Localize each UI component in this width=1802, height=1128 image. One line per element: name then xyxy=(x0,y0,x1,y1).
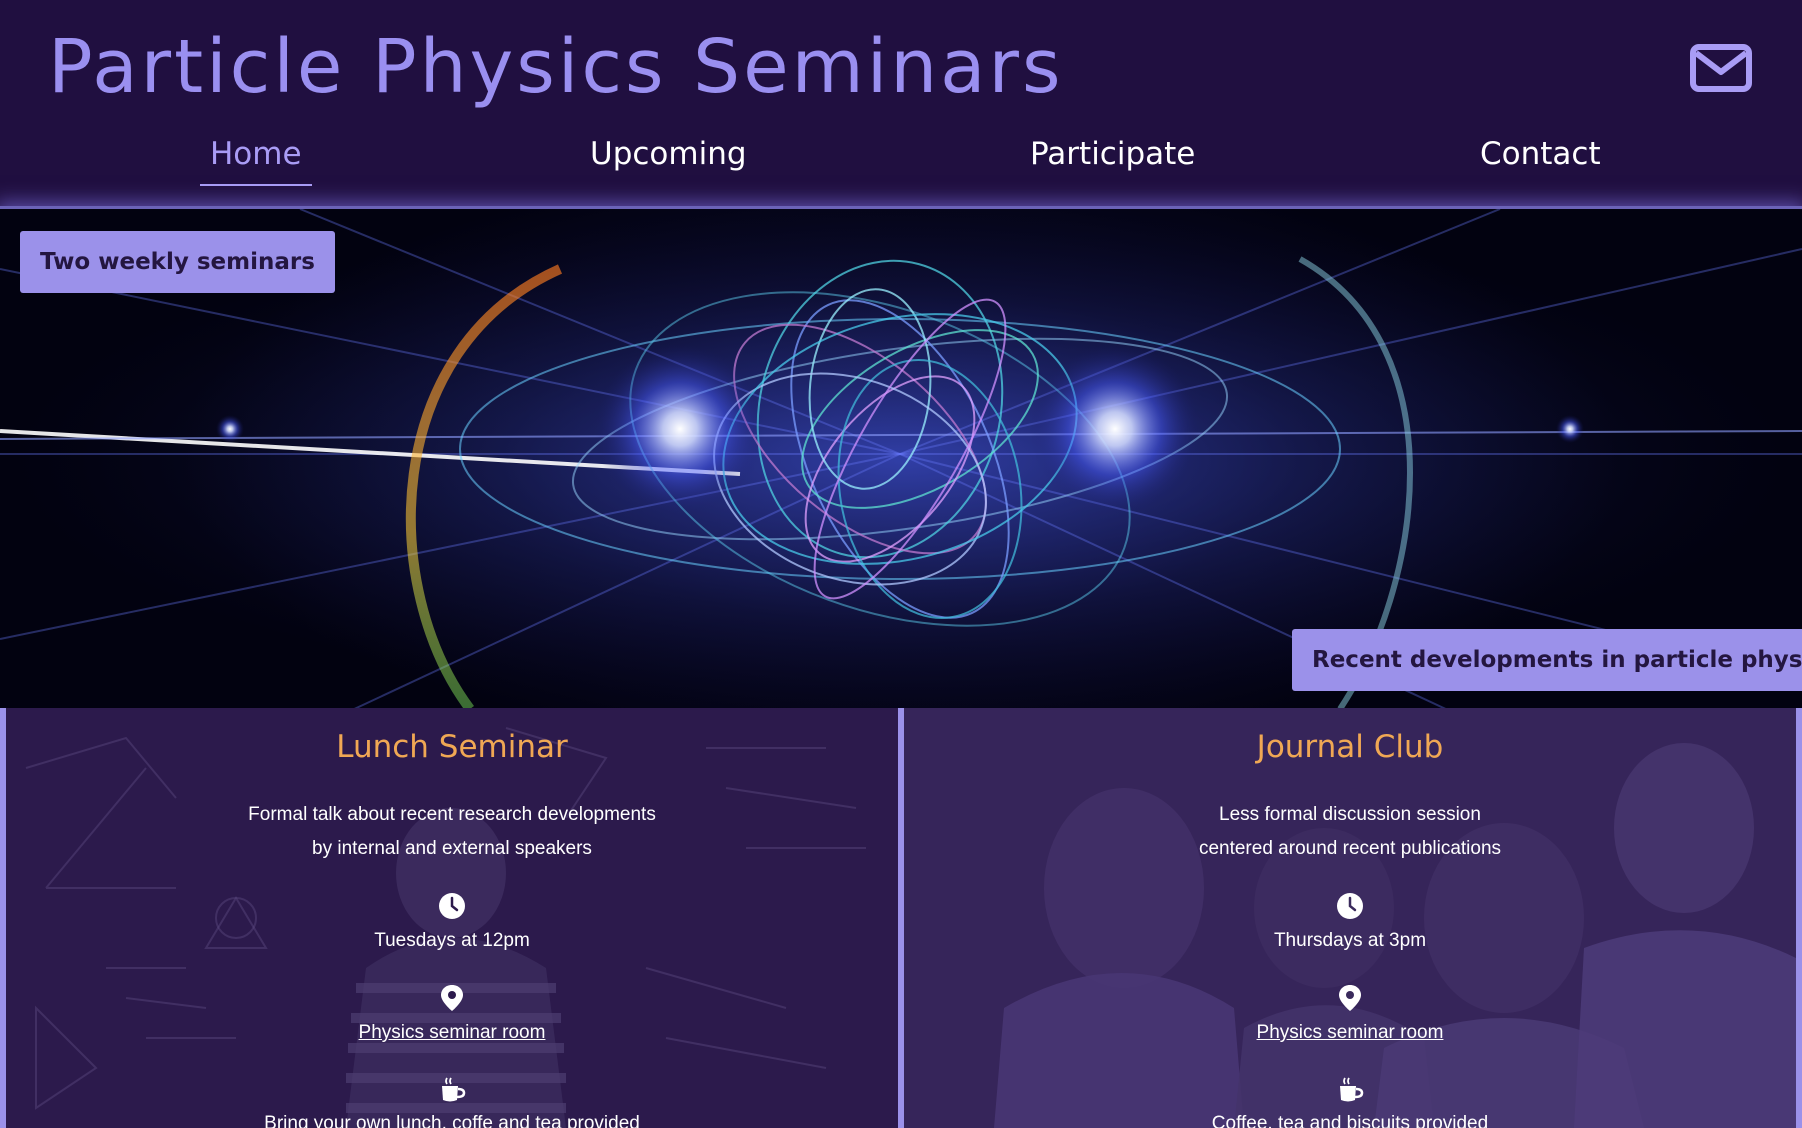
map-pin-icon xyxy=(1339,985,1361,1011)
seminar-refreshments: Bring your own lunch, coffe and tea prov… xyxy=(264,1113,640,1128)
coffee-cup-icon xyxy=(1340,1077,1364,1102)
main-nav: Home Upcoming Participate Contact xyxy=(0,130,1802,190)
card-title: Journal Club xyxy=(1256,729,1444,765)
envelope-icon[interactable] xyxy=(1690,44,1752,92)
card-content: Lunch Seminar Formal talk about recent r… xyxy=(6,708,898,1128)
page: Particle Physics Seminars Home Upcoming … xyxy=(0,0,1802,1128)
seminar-time: Thursdays at 3pm xyxy=(1273,930,1427,951)
card-description-line-2: by internal and external speakers xyxy=(312,838,592,859)
nav-upcoming[interactable]: Upcoming xyxy=(590,130,747,186)
card-content: Journal Club Less formal discussion sess… xyxy=(904,708,1796,1128)
seminar-refreshments: Coffee, tea and biscuits provided xyxy=(1211,1113,1489,1128)
card-description-line-1: Formal talk about recent research develo… xyxy=(248,804,656,825)
card-description-line-1: Less formal discussion session xyxy=(1219,804,1481,825)
card-title: Lunch Seminar xyxy=(336,729,568,765)
clock-icon xyxy=(1337,893,1363,919)
hero-banner: Two weekly seminars Recent developments … xyxy=(0,206,1802,708)
nav-contact[interactable]: Contact xyxy=(1480,130,1601,186)
hero-badge-seminars: Two weekly seminars xyxy=(20,231,335,293)
seminar-location-link[interactable]: Physics seminar room xyxy=(904,1016,1796,1050)
map-pin-icon xyxy=(441,985,463,1011)
coffee-cup-icon xyxy=(442,1077,466,1102)
seminar-time: Tuesdays at 12pm xyxy=(374,930,530,951)
site-header: Particle Physics Seminars Home Upcoming … xyxy=(0,0,1802,208)
seminar-cards: Lunch Seminar Formal talk about recent r… xyxy=(0,708,1802,1128)
card-journal-club: Journal Club Less formal discussion sess… xyxy=(904,708,1796,1128)
clock-icon xyxy=(439,893,465,919)
nav-home[interactable]: Home xyxy=(200,130,312,186)
card-lunch-seminar: Lunch Seminar Formal talk about recent r… xyxy=(6,708,898,1128)
seminar-location-link[interactable]: Physics seminar room xyxy=(6,1016,898,1050)
card-description-line-2: centered around recent publications xyxy=(1198,838,1502,859)
nav-participate[interactable]: Participate xyxy=(1030,130,1195,186)
site-title: Particle Physics Seminars xyxy=(48,24,1064,110)
hero-badge-developments: Recent developments in particle physics xyxy=(1292,629,1802,691)
